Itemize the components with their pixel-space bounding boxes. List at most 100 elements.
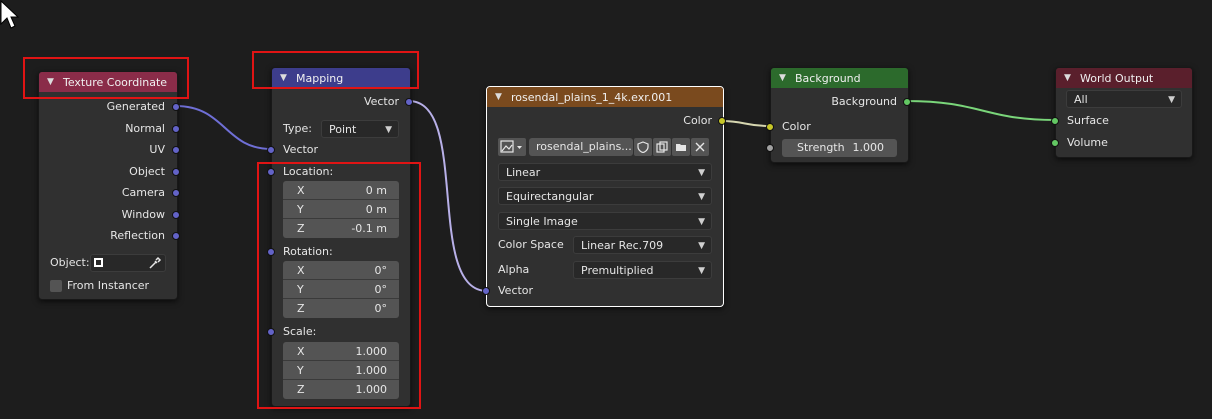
- node-title: Texture Coordinate: [63, 75, 168, 89]
- axis-z-label: Z: [297, 383, 305, 396]
- socket-generated[interactable]: [172, 103, 180, 111]
- scale-label: Scale:: [283, 325, 317, 338]
- source-dropdown[interactable]: Single Image ▼: [498, 212, 712, 230]
- output-window-label: Window: [121, 208, 165, 221]
- axis-x-label: X: [297, 345, 305, 358]
- axis-x-label: X: [297, 184, 305, 197]
- eyedropper-icon[interactable]: [148, 256, 162, 270]
- image-name-field[interactable]: rosendal_plains...: [529, 138, 633, 156]
- socket-output-background[interactable]: [903, 98, 911, 106]
- rotation-z-value: 0°: [374, 302, 388, 315]
- projection-value: Equirectangular: [506, 190, 594, 203]
- socket-rotation[interactable]: [267, 248, 275, 256]
- socket-reflection[interactable]: [172, 232, 180, 240]
- mapping-header[interactable]: ▼ Mapping: [272, 68, 410, 88]
- interpolation-dropdown[interactable]: Linear ▼: [498, 163, 712, 181]
- socket-input-strength[interactable]: [766, 144, 774, 152]
- socket-input-color[interactable]: [766, 123, 774, 131]
- alpha-dropdown[interactable]: Premultiplied ▼: [573, 261, 712, 279]
- socket-input-vector[interactable]: [267, 146, 275, 154]
- color-space-dropdown[interactable]: Linear Rec.709 ▼: [573, 236, 712, 254]
- socket-scale[interactable]: [267, 328, 275, 336]
- scale-z-field[interactable]: Z 1.000: [283, 380, 399, 399]
- collapse-chevron-icon[interactable]: ▼: [1064, 73, 1074, 83]
- output-vector-label: Vector: [363, 95, 399, 108]
- unlink-button[interactable]: [691, 138, 709, 156]
- axis-y-label: Y: [297, 364, 304, 377]
- chevron-down-icon: ▼: [698, 192, 705, 202]
- socket-input-volume[interactable]: [1051, 139, 1059, 147]
- location-y-value: 0 m: [365, 203, 387, 216]
- location-y-field[interactable]: Y 0 m: [283, 200, 399, 219]
- scale-z-value: 1.000: [355, 383, 388, 396]
- collapse-chevron-icon[interactable]: ▼: [280, 73, 290, 83]
- rotation-y-field[interactable]: Y 0°: [283, 280, 399, 299]
- rotation-y-value: 0°: [374, 283, 388, 296]
- socket-output-color[interactable]: [718, 117, 726, 125]
- location-z-field[interactable]: Z -0.1 m: [283, 219, 399, 238]
- chevron-down-icon: ▼: [1168, 95, 1175, 105]
- socket-normal[interactable]: [172, 125, 180, 133]
- location-x-field[interactable]: X 0 m: [283, 181, 399, 200]
- location-x-value: 0 m: [365, 184, 387, 197]
- duplicate-button[interactable]: [653, 138, 671, 156]
- socket-input-vector[interactable]: [482, 287, 490, 295]
- socket-uv[interactable]: [172, 146, 180, 154]
- projection-dropdown[interactable]: Equirectangular ▼: [498, 187, 712, 205]
- background-header[interactable]: ▼ Background: [771, 68, 908, 88]
- fake-user-button[interactable]: [634, 138, 652, 156]
- socket-location[interactable]: [267, 168, 275, 176]
- axis-z-label: Z: [297, 222, 305, 235]
- output-color-label: Color: [683, 114, 712, 127]
- rotation-x-value: 0°: [374, 264, 388, 277]
- socket-input-surface[interactable]: [1051, 117, 1059, 125]
- rotation-fields: X 0° Y 0° Z 0°: [283, 261, 399, 318]
- color-space-value: Linear Rec.709: [581, 239, 664, 252]
- environment-texture-node[interactable]: ▼ rosendal_plains_1_4k.exr.001 Color ros…: [482, 86, 726, 307]
- output-background-label: Background: [831, 95, 897, 108]
- chevron-down-icon: ▼: [698, 217, 705, 227]
- socket-output-vector[interactable]: [405, 98, 413, 106]
- image-browse-button[interactable]: [498, 138, 526, 156]
- socket-window[interactable]: [172, 211, 180, 219]
- link-color-to-color: [720, 120, 771, 127]
- open-file-button[interactable]: [672, 138, 690, 156]
- close-icon: [695, 142, 705, 152]
- scale-x-field[interactable]: X 1.000: [283, 342, 399, 361]
- color-space-label: Color Space: [498, 238, 564, 251]
- input-surface-label: Surface: [1067, 114, 1109, 127]
- output-normal-label: Normal: [125, 122, 165, 135]
- texture-coordinate-header[interactable]: ▼ Texture Coordinate: [39, 72, 177, 92]
- type-value: Point: [329, 123, 357, 136]
- rotation-x-field[interactable]: X 0°: [283, 261, 399, 280]
- collapse-chevron-icon[interactable]: ▼: [47, 77, 57, 87]
- world-output-header[interactable]: ▼ World Output: [1056, 68, 1192, 88]
- rotation-z-field[interactable]: Z 0°: [283, 299, 399, 318]
- input-vector-label: Vector: [283, 143, 319, 156]
- collapse-chevron-icon[interactable]: ▼: [779, 73, 789, 83]
- link-mapping-to-image-vector: [408, 100, 488, 292]
- background-node[interactable]: ▼ Background Background Color Strength 1…: [766, 67, 911, 163]
- from-instancer-checkbox[interactable]: [50, 280, 62, 292]
- input-volume-label: Volume: [1067, 136, 1108, 149]
- axis-y-label: Y: [297, 203, 304, 216]
- mapping-node[interactable]: ▼ Mapping Vector Type: Point ▼ Vector Lo…: [267, 67, 413, 407]
- world-output-node[interactable]: ▼ World Output All ▼ Surface Volume: [1051, 67, 1193, 158]
- chevron-down-icon: ▼: [698, 168, 705, 178]
- texture-coordinate-node[interactable]: ▼ Texture Coordinate Generated Normal UV…: [38, 71, 180, 300]
- location-fields: X 0 m Y 0 m Z -0.1 m: [283, 181, 399, 238]
- scale-y-field[interactable]: Y 1.000: [283, 361, 399, 380]
- environment-texture-header[interactable]: ▼ rosendal_plains_1_4k.exr.001: [487, 87, 723, 107]
- socket-camera[interactable]: [172, 189, 180, 197]
- node-title: World Output: [1080, 71, 1154, 85]
- node-title: rosendal_plains_1_4k.exr.001: [511, 90, 673, 104]
- socket-object[interactable]: [172, 168, 180, 176]
- collapse-chevron-icon[interactable]: ▼: [495, 92, 505, 102]
- object-field-label: Object:: [50, 256, 90, 269]
- input-color-label: Color: [782, 120, 811, 133]
- source-value: Single Image: [506, 215, 578, 228]
- type-label: Type:: [283, 122, 312, 135]
- target-dropdown[interactable]: All ▼: [1066, 90, 1182, 108]
- type-dropdown[interactable]: Point ▼: [321, 120, 399, 138]
- strength-field[interactable]: Strength 1.000: [782, 139, 897, 157]
